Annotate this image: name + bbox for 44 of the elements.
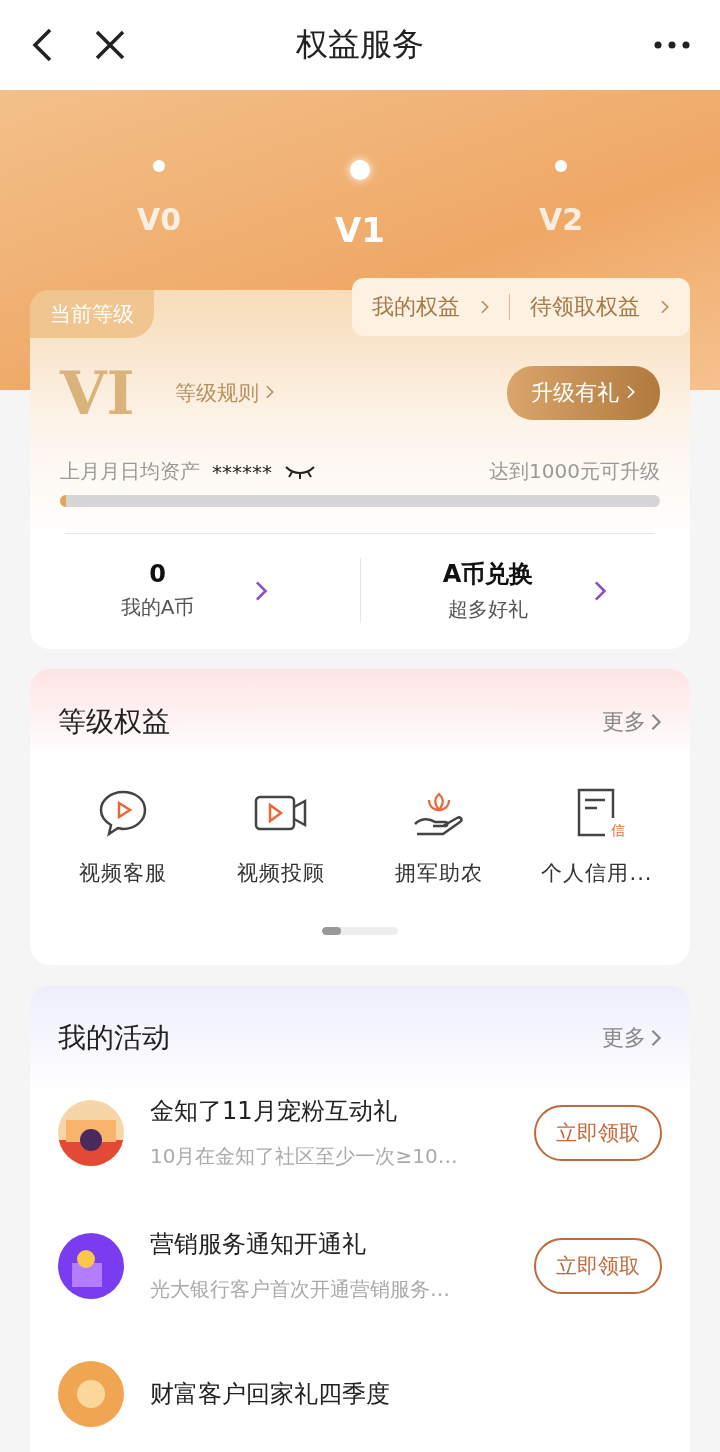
stat-value: A币兑换 — [442, 559, 534, 590]
eye-closed-icon[interactable] — [284, 463, 316, 480]
current-level-badge: 当前等级 — [30, 290, 154, 338]
chevron-icon — [265, 384, 275, 400]
activity-title: 财富客户回家礼四季度 — [150, 1379, 391, 1410]
stat-label: 超多好礼 — [448, 596, 529, 623]
level-rules-link[interactable]: 等级规则 — [174, 379, 508, 407]
stat-label: 我的A币 — [120, 594, 195, 621]
claim-button[interactable]: 立即领取 — [534, 1237, 662, 1294]
more-icon[interactable] — [654, 41, 690, 49]
stat-value: 0 — [149, 560, 166, 588]
chevron-icon — [626, 384, 636, 400]
pending-rights-link[interactable]: 待领取权益 — [530, 292, 641, 322]
section-title: 等级权益 — [58, 704, 170, 740]
upgrade-target: 达到1000元可升级 — [489, 458, 660, 485]
video-chat-icon — [98, 788, 148, 838]
activity-title: 营销服务通知开通礼 — [150, 1229, 367, 1260]
level-label[interactable]: V2 — [538, 202, 583, 237]
asset-label: 上月月日均资产 — [60, 458, 200, 485]
video-camera-icon — [254, 793, 308, 833]
benefit-label[interactable]: 视频投顾 — [237, 859, 325, 887]
more-link[interactable]: 更多 — [602, 707, 662, 737]
claim-button[interactable]: 立即领取 — [534, 1104, 662, 1161]
chevron-icon — [660, 299, 670, 315]
my-rights-link[interactable]: 我的权益 — [371, 292, 460, 322]
credit-mark: 信 — [611, 823, 625, 837]
back-icon[interactable] — [30, 27, 54, 63]
chevron-icon — [650, 712, 662, 732]
asset-value: ****** — [212, 459, 272, 484]
more-link[interactable]: 更多 — [602, 1023, 662, 1053]
close-icon[interactable] — [94, 29, 126, 61]
level-value: VI — [60, 358, 135, 428]
benefit-label[interactable]: 个人信用... — [541, 859, 653, 887]
activity-description: 10月在金知了社区至少一次≥10… — [150, 1143, 459, 1170]
chevron-icon — [479, 299, 490, 315]
upgrade-button[interactable]: 升级有礼 — [507, 366, 660, 420]
chevron-icon — [650, 1028, 662, 1048]
benefit-label[interactable]: 视频客服 — [79, 859, 167, 887]
benefit-label[interactable]: 拥军助农 — [395, 859, 483, 887]
page-title: 权益服务 — [295, 24, 425, 65]
section-title: 我的活动 — [58, 1020, 170, 1056]
activity-description: 光大银行客户首次开通营销服务… — [150, 1276, 451, 1303]
activity-title: 金知了11月宠粉互动礼 — [150, 1096, 398, 1127]
level-label[interactable]: V1 — [335, 210, 385, 250]
